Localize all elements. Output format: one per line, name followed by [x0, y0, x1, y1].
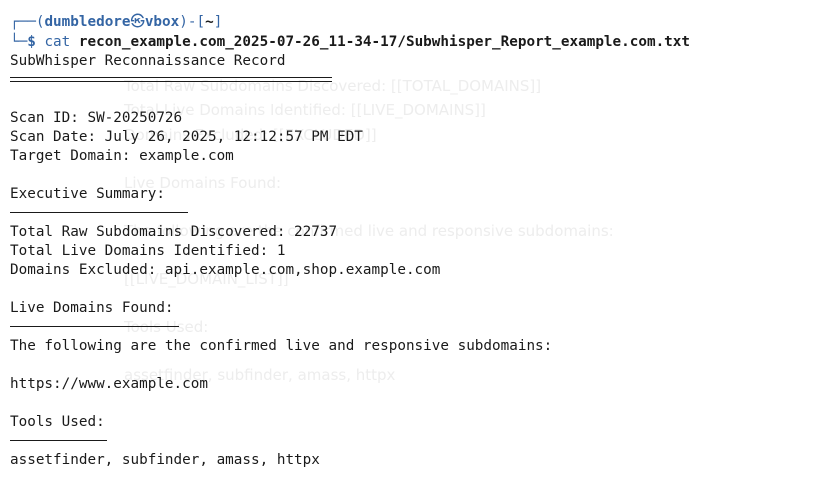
- prompt-close: ]: [213, 14, 223, 30]
- tools-used-heading: Tools Used:: [10, 414, 105, 430]
- live-domains-heading: Live Domains Found:: [10, 300, 174, 316]
- ghost-line: Tools Used:: [124, 318, 209, 336]
- command-line[interactable]: └─$ cat recon_example.com_2025-07-26_11-…: [10, 33, 690, 52]
- prompt-dir: ~: [205, 14, 214, 30]
- total-live-domains: Total Live Domains Identified: 1: [10, 243, 286, 259]
- prompt-mid: )-[: [179, 14, 206, 30]
- total-raw-subdomains: Total Raw Subdomains Discovered: 22737: [10, 224, 338, 240]
- tools-list: assetfinder, subfinder, amass, httpx: [10, 452, 320, 468]
- command-argument: recon_example.com_2025-07-26_11-34-17/Su…: [78, 34, 691, 50]
- prompt-host: vbox: [144, 14, 180, 30]
- command-name: cat: [44, 34, 71, 50]
- section-underline: [10, 326, 179, 327]
- scan-id: Scan ID: SW-20250726: [10, 110, 183, 126]
- skull-icon: ㉿: [130, 14, 145, 30]
- executive-summary-heading: Executive Summary:: [10, 186, 165, 202]
- report-title: SubWhisper Reconnaissance Record: [10, 53, 286, 69]
- live-domains-intro: The following are the confirmed live and…: [10, 338, 553, 354]
- domains-excluded: Domains Excluded: api.example.com,shop.e…: [10, 262, 441, 278]
- prompt-dollar: $: [27, 34, 36, 50]
- target-domain: Target Domain: example.com: [10, 148, 234, 164]
- prompt-open: ┌──(: [10, 14, 45, 30]
- prompt-user: dumbledore: [44, 14, 131, 30]
- title-underline: [10, 77, 332, 82]
- scan-date: Scan Date: July 26, 2025, 12:12:57 PM ED…: [10, 129, 363, 145]
- live-domain-entry[interactable]: https://www.example.com: [10, 375, 208, 394]
- prompt-header: ┌──(dumbledore㉿vbox)-[~]: [10, 13, 222, 32]
- section-underline: [10, 212, 188, 213]
- terminal-window[interactable]: Total Raw Subdomains Discovered: [[TOTAL…: [0, 0, 816, 482]
- section-underline: [10, 440, 107, 441]
